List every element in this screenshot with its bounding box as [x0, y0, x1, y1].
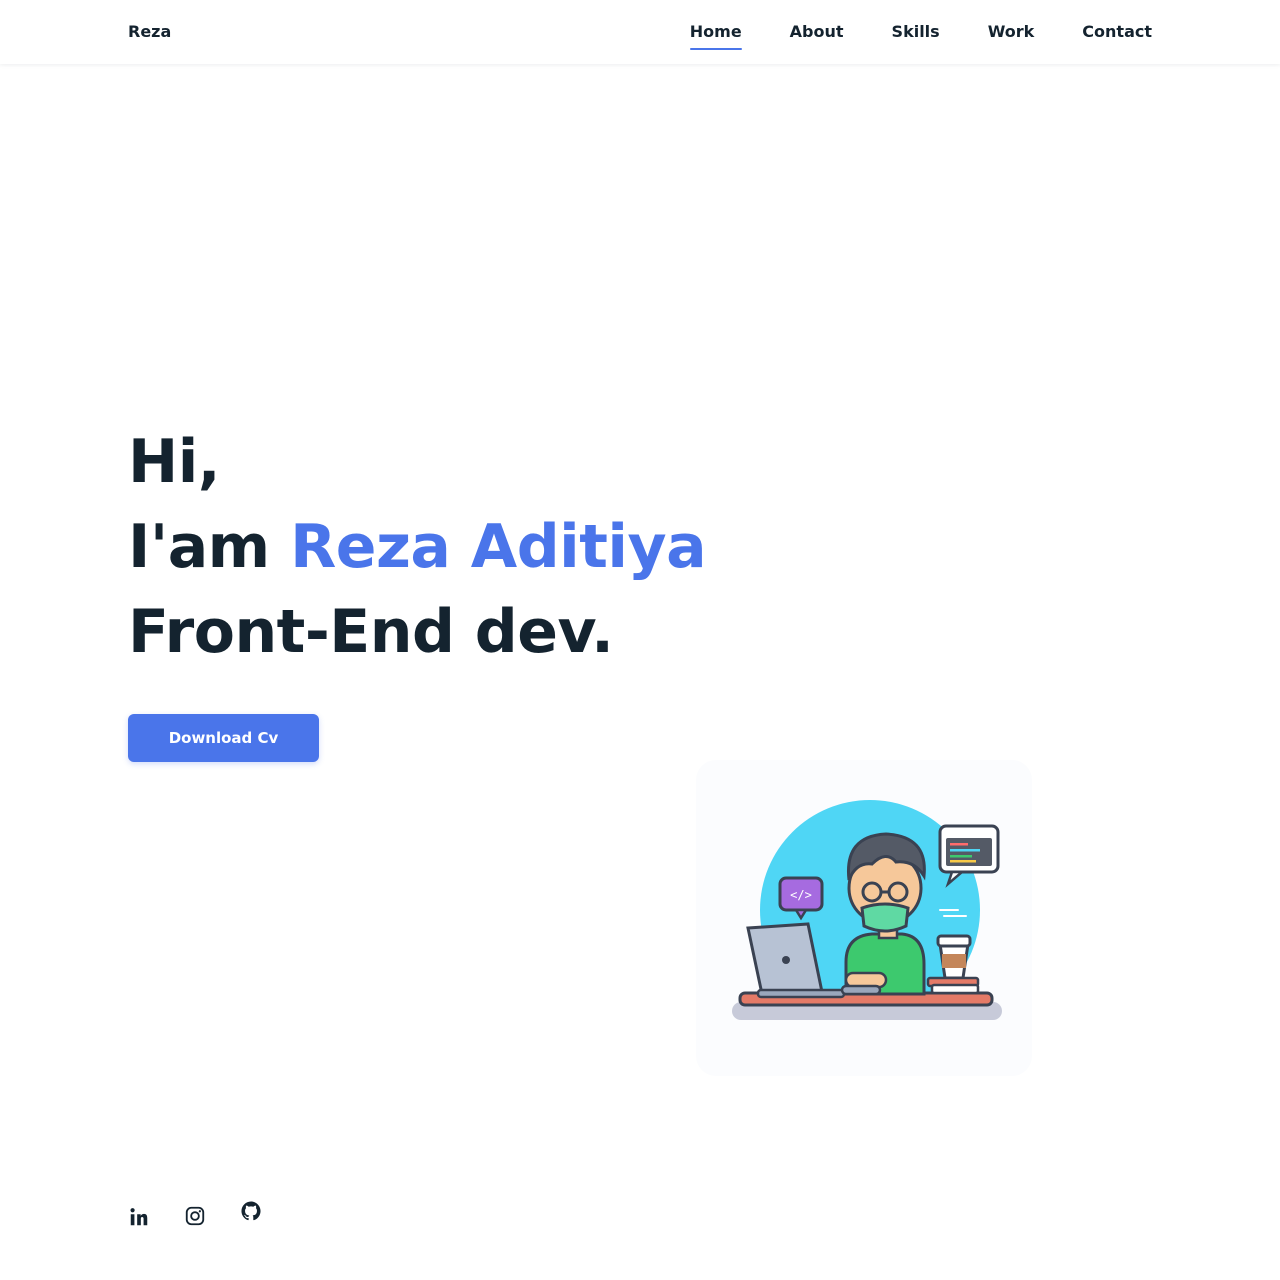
nav-home[interactable]: Home	[689, 22, 742, 50]
linkedin-icon[interactable]	[128, 1206, 150, 1228]
site-header: Reza Home About Skills Work Contact	[0, 0, 1280, 64]
main-nav: Home About Skills Work Contact	[689, 22, 1152, 50]
logo[interactable]: Reza	[128, 22, 171, 41]
nav-work[interactable]: Work	[988, 22, 1035, 49]
instagram-icon[interactable]	[184, 1205, 206, 1227]
download-cv-button[interactable]: Download Cv	[128, 714, 319, 762]
svg-text:</>: </>	[790, 888, 812, 902]
nav-about[interactable]: About	[790, 22, 844, 49]
hero-title: Hi, I'am Reza Aditiya Front-End dev.	[128, 420, 707, 675]
hero-intro-line: I'am Reza Aditiya	[128, 505, 707, 590]
nav-skills[interactable]: Skills	[892, 22, 940, 49]
hero-intro-prefix: I'am	[128, 512, 291, 582]
hero-greeting: Hi,	[128, 427, 221, 497]
social-links	[128, 1200, 262, 1228]
hero-role: Front-End dev.	[128, 597, 614, 667]
developer-at-laptop-illustration: </>	[696, 740, 1032, 1080]
hero-name: Reza Aditiya	[290, 512, 707, 582]
github-icon[interactable]	[240, 1200, 262, 1222]
nav-contact[interactable]: Contact	[1082, 22, 1152, 49]
